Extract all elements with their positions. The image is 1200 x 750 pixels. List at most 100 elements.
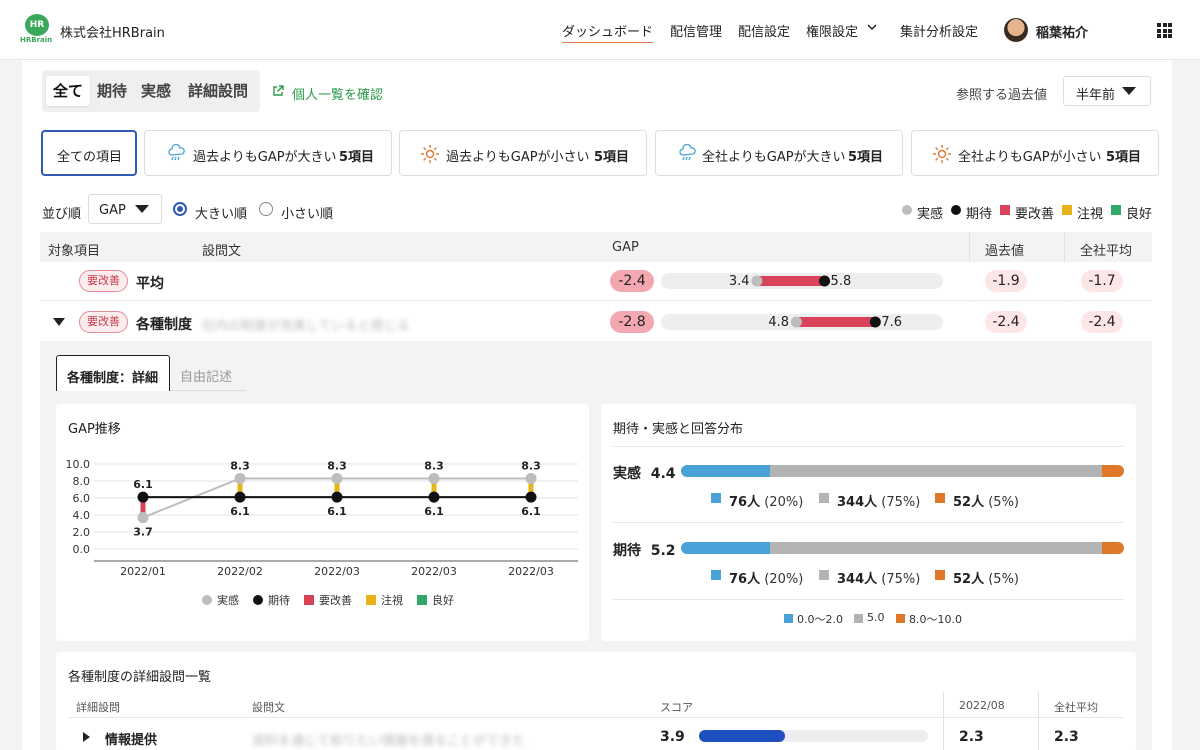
tab-actual[interactable]: 実感	[136, 76, 176, 106]
dist-segment-fill	[1101, 465, 1124, 477]
tab-detail-questions[interactable]: 詳細設問	[182, 76, 254, 106]
range-low-label: 0.0〜2.0	[797, 613, 843, 626]
tab-system-detail[interactable]: 各種制度：詳細	[56, 355, 170, 391]
sort-desc-label[interactable]: 大きい順	[195, 203, 247, 222]
legend-marker	[304, 595, 314, 605]
x-tick-label: 2022/02	[217, 565, 263, 578]
company-name: 株式会社HRBrain	[60, 26, 165, 41]
actual-data-label: 8.3	[521, 459, 541, 472]
dist-segment-fill	[1101, 542, 1124, 554]
expect-point	[428, 491, 440, 503]
dist-expect-bar	[681, 542, 1124, 554]
list-row-past: 2.3	[959, 729, 984, 745]
expect-point	[525, 491, 537, 503]
list-row-question: 資料を通じて知りたい情報を得ることができた	[252, 734, 526, 749]
individual-list-link[interactable]: 個人一覧を確認	[292, 84, 383, 103]
expect-data-label: 6.1	[327, 505, 347, 518]
reference-value: 半年前	[1076, 88, 1116, 103]
legend-label: 要改善	[319, 593, 352, 607]
gap-range	[756, 276, 825, 286]
expand-toggle-icon[interactable]	[53, 318, 65, 326]
reference-label: 参照する過去値	[956, 88, 1048, 103]
view-tabs: 全て 期待 実感 詳細設問	[42, 70, 260, 112]
range-high-label: 8.0〜10.0	[909, 613, 962, 626]
nav-delivery-management[interactable]: 配信管理	[670, 21, 722, 40]
actual-data-label: 8.3	[327, 459, 347, 472]
divider	[613, 446, 1124, 447]
nav-permission-settings[interactable]: 権限設定	[806, 21, 858, 40]
legend-bad-marker	[1000, 205, 1010, 215]
y-tick-label: 2.0	[73, 526, 91, 539]
legend-bad: 要改善	[1015, 207, 1055, 222]
nav-delivery-settings[interactable]: 配信設定	[738, 21, 790, 40]
tab-free-text[interactable]: 自由記述	[170, 355, 246, 391]
nav-dashboard[interactable]: ダッシュボード	[562, 21, 654, 43]
filter-all-items[interactable]: 全ての項目	[41, 130, 137, 176]
user-name[interactable]: 稲葉祐介	[1036, 22, 1088, 41]
caret-down-icon	[135, 205, 149, 213]
table-row[interactable]: 要改善 各種制度 社内の制度が充実していると感じる -2.8 4.8 7.6 -…	[40, 302, 1152, 341]
sort-asc-radio[interactable]	[259, 202, 273, 216]
chevron-down-icon[interactable]	[867, 22, 877, 32]
dist-segment: 344人 (75%)	[837, 491, 920, 510]
actual-marker	[790, 316, 802, 328]
filter-count: 5項目	[848, 150, 884, 165]
sort-asc-label[interactable]: 小さい順	[281, 203, 333, 222]
external-link-icon[interactable]	[272, 85, 284, 97]
filter-gap-smaller-than-company[interactable]: 全社よりもGAPが小さい 5項目	[911, 130, 1159, 176]
sun-icon	[421, 145, 439, 163]
dist-actual-bar	[681, 465, 1124, 477]
seg-count: 52人	[953, 572, 985, 587]
reference-select[interactable]: 半年前	[1063, 76, 1151, 106]
x-tick-label: 2022/03	[508, 565, 554, 578]
col-question: 設問文	[202, 244, 242, 259]
legend-label: 実感	[217, 593, 239, 607]
dist-segment: 76人 (20%)	[729, 568, 803, 587]
expect-marker	[869, 316, 881, 328]
filter-gap-larger-than-past[interactable]: 過去よりもGAPが大きい 5項目	[144, 130, 392, 176]
detail-question-list: 各種制度の詳細設問一覧 詳細設問 設問文 スコア 2022/08 全社平均 情報…	[56, 652, 1136, 750]
rain-cloud-icon	[168, 144, 185, 161]
tab-all[interactable]: 全て	[46, 76, 90, 106]
question-text: 社内の制度が充実していると感じる	[202, 319, 410, 334]
hrbrain-logo[interactable]: HR HRBrain	[20, 14, 54, 46]
actual-point	[137, 512, 149, 524]
status-badge: 要改善	[79, 311, 128, 333]
seg-count: 76人	[729, 495, 761, 510]
past-value: -2.4	[985, 311, 1027, 333]
x-tick-label: 2022/03	[411, 565, 457, 578]
seg-pct: (20%)	[764, 495, 804, 510]
actual-value: 4.8	[768, 315, 790, 330]
legend-mid-marker	[819, 570, 829, 580]
table-row[interactable]: 要改善 平均 -2.4 3.4 5.8 -1.9 -1.7	[40, 262, 1152, 301]
filter-label: 過去よりもGAPが大きい	[193, 150, 337, 165]
score-fill	[699, 730, 785, 742]
expand-toggle-icon[interactable]	[83, 732, 90, 742]
dist-segment: 76人 (20%)	[729, 491, 803, 510]
y-tick-label: 6.0	[73, 492, 91, 505]
sort-desc-radio[interactable]	[173, 202, 187, 216]
legend-label: 注視	[381, 593, 403, 607]
legend-label: 良好	[432, 593, 454, 607]
expect-data-label: 6.1	[424, 505, 444, 518]
list-col-item: 詳細設問	[76, 701, 120, 714]
filter-gap-larger-than-company[interactable]: 全社よりもGAPが大きい 5項目	[655, 130, 903, 176]
nav-analysis-settings[interactable]: 集計分析設定	[900, 21, 978, 40]
actual-data-label: 3.7	[133, 526, 153, 539]
dist-score: 4.4	[650, 466, 676, 482]
status-badge: 要改善	[79, 270, 128, 292]
caret-down-icon	[1122, 87, 1136, 95]
expect-data-label: 6.1	[230, 505, 250, 518]
list-row-title[interactable]: 情報提供	[105, 729, 157, 748]
app-grid-icon[interactable]	[1157, 23, 1172, 38]
legend-actual: 実感	[917, 207, 944, 222]
filter-count: 5項目	[594, 150, 630, 165]
seg-pct: (5%)	[988, 495, 1020, 510]
filter-label: 全社よりもGAPが大きい	[702, 150, 846, 165]
legend-actual-marker	[902, 205, 912, 215]
avatar[interactable]	[1004, 18, 1028, 42]
sort-select[interactable]: GAP	[88, 194, 162, 224]
filter-gap-smaller-than-past[interactable]: 過去よりもGAPが小さい 5項目	[399, 130, 647, 176]
expect-value: 5.8	[830, 274, 852, 289]
tab-expectation[interactable]: 期待	[92, 76, 132, 106]
